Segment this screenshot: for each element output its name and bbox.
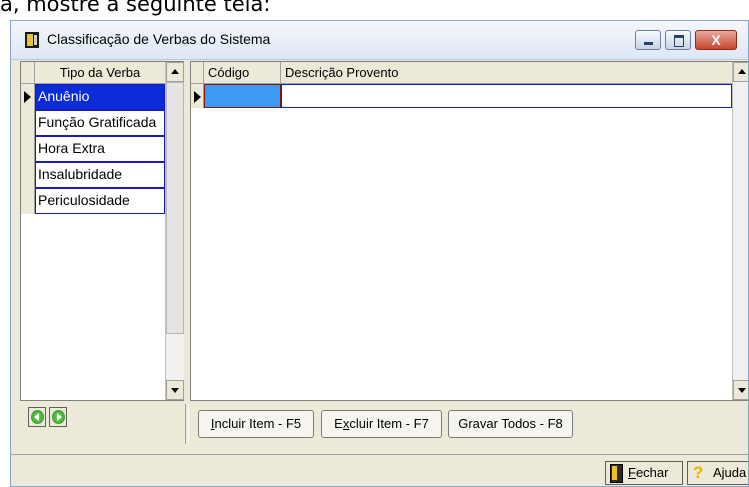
descricao-cell[interactable]	[281, 84, 732, 108]
title-bar[interactable]: Classificação de Verbas do Sistema X	[11, 21, 748, 60]
scroll-down-button[interactable]	[733, 380, 748, 400]
provento-grid[interactable]: Código Descrição Provento	[190, 61, 748, 401]
maximize-button[interactable]	[665, 30, 691, 50]
minimize-icon	[644, 42, 653, 45]
provento-header: Código Descrição Provento	[191, 62, 732, 84]
incluir-label: ncluir Item - F5	[214, 416, 302, 431]
list-item[interactable]: Função Gratificada	[21, 110, 165, 136]
window-title: Classificação de Verbas do Sistema	[47, 31, 271, 47]
arrow-left-icon	[34, 413, 39, 421]
verb-type-header: Tipo da Verba	[21, 62, 165, 84]
verb-type-scrollbar[interactable]	[165, 62, 184, 400]
fechar-accelerator: F	[628, 465, 636, 480]
row-indicator	[21, 188, 35, 214]
excluir-label: cluir Item - F7	[349, 416, 429, 431]
verb-type-cell[interactable]: Insalubridade	[35, 162, 165, 188]
excluir-label-start: E	[334, 416, 343, 431]
arrow-down-icon	[171, 388, 179, 393]
verb-type-cell[interactable]: Periculosidade	[35, 188, 165, 214]
row-indicator	[21, 84, 35, 110]
arrow-down-icon	[738, 388, 746, 393]
maximize-icon	[674, 35, 684, 47]
app-icon	[25, 32, 39, 48]
minimize-button[interactable]	[635, 30, 661, 50]
excluir-item-button[interactable]: Excluir Item - F7	[321, 410, 442, 438]
scroll-thumb[interactable]	[166, 82, 184, 334]
table-row[interactable]	[191, 84, 732, 108]
previous-record-button[interactable]	[28, 407, 46, 427]
list-item[interactable]: Anuênio	[21, 84, 165, 110]
fechar-button[interactable]: Fechar	[605, 461, 683, 485]
list-item[interactable]: Hora Extra	[21, 136, 165, 162]
next-record-button[interactable]	[49, 407, 67, 427]
divider	[185, 404, 189, 444]
verb-type-cell[interactable]: Hora Extra	[35, 136, 165, 162]
scroll-up-button[interactable]	[733, 62, 748, 82]
current-row-pointer-icon	[194, 91, 201, 103]
verb-type-cell[interactable]: Função Gratificada	[35, 110, 165, 136]
verb-type-cell[interactable]: Anuênio	[35, 84, 165, 110]
arrow-up-icon	[738, 69, 746, 74]
status-bar: Fechar ? Ajuda	[11, 454, 748, 486]
column-header-tipo-da-verba[interactable]: Tipo da Verba	[35, 62, 165, 83]
close-icon: X	[711, 32, 721, 48]
document-caption-text: a, mostre a seguinte tela:	[0, 0, 271, 16]
row-indicator-header	[21, 62, 35, 83]
row-indicator	[21, 136, 35, 162]
incluir-item-button[interactable]: Incluir Item - F5	[198, 410, 314, 438]
row-indicator	[21, 162, 35, 188]
door-exit-icon	[610, 464, 623, 483]
current-row-pointer-icon	[24, 91, 31, 103]
row-indicator	[191, 84, 204, 108]
list-item[interactable]: Periculosidade	[21, 188, 165, 214]
row-indicator-header	[191, 62, 204, 83]
codigo-cell[interactable]	[204, 84, 281, 108]
scroll-up-button[interactable]	[166, 62, 184, 82]
row-indicator	[21, 110, 35, 136]
column-header-descricao[interactable]: Descrição Provento	[281, 62, 736, 83]
close-button[interactable]: X	[695, 30, 737, 50]
app-window: Classificação de Verbas do Sistema X Tip…	[10, 20, 749, 487]
column-header-codigo[interactable]: Código	[204, 62, 281, 83]
ajuda-button[interactable]: ? Ajuda	[687, 461, 748, 485]
fechar-label: echar	[635, 465, 669, 480]
verb-type-grid[interactable]: Tipo da Verba Anuênio Função Gratificada…	[20, 61, 184, 401]
previous-circle-icon	[31, 410, 44, 424]
provento-scrollbar[interactable]	[732, 62, 748, 400]
ajuda-label: Ajuda	[713, 465, 747, 480]
list-item[interactable]: Insalubridade	[21, 162, 165, 188]
gravar-todos-button[interactable]: Gravar Todos - F8	[448, 410, 573, 438]
arrow-right-icon	[57, 413, 62, 421]
arrow-up-icon	[171, 69, 179, 74]
help-question-icon: ?	[693, 463, 704, 482]
scroll-down-button[interactable]	[166, 380, 184, 400]
next-circle-icon	[52, 410, 65, 424]
